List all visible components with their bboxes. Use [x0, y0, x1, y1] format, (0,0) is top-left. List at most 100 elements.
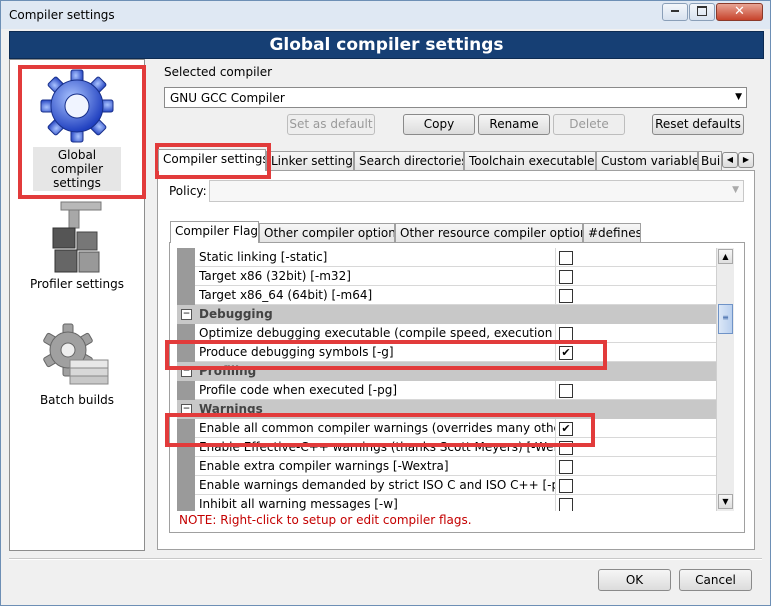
sidebar-item-profiler-settings[interactable]: Profiler settings	[10, 200, 144, 291]
flag-checkbox[interactable]	[559, 327, 573, 341]
delete-button[interactable]: Delete	[553, 114, 625, 135]
row-gutter	[177, 495, 195, 511]
flag-checkbox[interactable]	[559, 251, 573, 265]
flag-name: Inhibit all warning messages [-w]	[199, 497, 398, 511]
flag-checkbox[interactable]	[559, 384, 573, 398]
tab-linker-settings[interactable]: Linker settings	[266, 151, 354, 171]
flag-row[interactable]: Target x86 (32bit) [-m32]	[177, 267, 716, 286]
flag-name: Target x86 (32bit) [-m32]	[199, 269, 351, 283]
flag-row[interactable]: Optimize debugging executable (compile s…	[177, 324, 716, 343]
scroll-up-button[interactable]: ▲	[718, 249, 733, 264]
batch-builds-icon	[43, 323, 109, 385]
row-gutter	[177, 267, 195, 286]
flag-checkbox[interactable]	[559, 289, 573, 303]
flag-row[interactable]: Inhibit all warning messages [-w]	[177, 495, 716, 511]
flag-name: Static linking [-static]	[199, 250, 328, 264]
tab-compiler-settings[interactable]: Compiler settings	[158, 149, 266, 171]
flag-value-cell: ✔	[555, 343, 716, 362]
flag-row[interactable]: Produce debugging symbols [-g] ✔	[177, 343, 716, 362]
sidebar-item-batch-builds[interactable]: Batch builds	[10, 322, 144, 407]
sidebar-item-label: Global compiler settings	[33, 147, 121, 191]
row-gutter	[177, 438, 195, 457]
compiler-flags-grid: Static linking [-static] Target x86 (32b…	[177, 248, 716, 511]
title-bar: Compiler settings ✕	[1, 1, 770, 29]
flag-name: Enable extra compiler warnings [-Wextra]	[199, 459, 449, 473]
tab-other-compiler-options[interactable]: Other compiler options	[259, 223, 395, 243]
category-label: Warnings	[199, 402, 263, 416]
minimize-button[interactable]	[662, 3, 688, 21]
scrollbar-thumb[interactable]: ≡	[718, 304, 733, 334]
collapse-icon[interactable]: −	[181, 404, 192, 415]
tab-compiler-flags[interactable]: Compiler Flags	[170, 221, 259, 243]
flag-value-cell	[555, 495, 716, 511]
flag-row[interactable]: Enable Effective-C++ warnings (thanks Sc…	[177, 438, 716, 457]
chevron-down-icon: ▼	[732, 185, 739, 195]
flag-row[interactable]: Static linking [-static]	[177, 248, 716, 267]
page-title: Global compiler settings	[9, 31, 764, 59]
tab-defines[interactable]: #defines	[583, 223, 641, 243]
tab-other-resource-compiler-options[interactable]: Other resource compiler options	[395, 223, 583, 243]
copy-button[interactable]: Copy	[403, 114, 475, 135]
sidebar-item-global-compiler-settings[interactable]: Global compiler settings	[10, 68, 144, 191]
flag-value-cell: ✔	[555, 419, 716, 438]
flag-checkbox[interactable]	[559, 441, 573, 455]
reset-defaults-button[interactable]: Reset defaults	[652, 114, 744, 135]
flag-row[interactable]: Enable all common compiler warnings (ove…	[177, 419, 716, 438]
flag-row[interactable]: Target x86_64 (64bit) [-m64]	[177, 286, 716, 305]
sidebar: Global compiler settings Profiler settin…	[9, 59, 145, 551]
tab-search-directories[interactable]: Search directories	[354, 151, 464, 171]
rename-button[interactable]: Rename	[478, 114, 550, 135]
compiler-settings-window: Compiler settings ✕ Global compiler sett…	[0, 0, 771, 606]
cancel-button[interactable]: Cancel	[679, 569, 752, 591]
row-gutter	[177, 457, 195, 476]
row-gutter	[177, 248, 195, 267]
flag-checkbox[interactable]	[559, 479, 573, 493]
policy-select[interactable]: ▼	[209, 180, 744, 202]
flag-value-cell	[555, 381, 716, 400]
category-row-warnings[interactable]: − Warnings	[177, 400, 716, 419]
profiler-icon	[52, 201, 102, 273]
flag-name: Enable all common compiler warnings (ove…	[199, 421, 555, 435]
flag-name: Profile code when executed [-pg]	[199, 383, 398, 397]
category-row-profiling[interactable]: − Profiling	[177, 362, 716, 381]
tab-scroll-right-button[interactable]: ▶	[738, 152, 754, 168]
ok-button[interactable]: OK	[598, 569, 671, 591]
scroll-down-button[interactable]: ▼	[718, 494, 733, 509]
category-row-debugging[interactable]: − Debugging	[177, 305, 716, 324]
gear-icon	[40, 69, 114, 143]
set-as-default-button[interactable]: Set as default	[287, 114, 375, 135]
flags-note: NOTE: Right-click to setup or edit compi…	[179, 513, 472, 527]
flag-checkbox[interactable]: ✔	[559, 346, 573, 360]
flag-checkbox[interactable]: ✔	[559, 422, 573, 436]
flag-row[interactable]: Enable extra compiler warnings [-Wextra]	[177, 457, 716, 476]
row-gutter	[177, 476, 195, 495]
sidebar-item-label: Batch builds	[39, 393, 115, 407]
category-label: Profiling	[199, 364, 257, 378]
row-gutter	[177, 286, 195, 305]
flag-row[interactable]: Enable warnings demanded by strict ISO C…	[177, 476, 716, 495]
compiler-select[interactable]: GNU GCC Compiler ▼	[164, 87, 747, 108]
policy-label: Policy:	[169, 184, 207, 198]
collapse-icon[interactable]: −	[181, 366, 192, 377]
window-title: Compiler settings	[9, 8, 115, 22]
chevron-down-icon: ▼	[735, 92, 742, 102]
chevron-down-icon: ▼	[722, 497, 729, 506]
flag-checkbox[interactable]	[559, 270, 573, 284]
tab-build-options[interactable]: Bui	[698, 151, 722, 171]
tab-toolchain-executables[interactable]: Toolchain executables	[464, 151, 596, 171]
maximize-button[interactable]	[689, 3, 715, 21]
tab-scroll-left-button[interactable]: ◀	[722, 152, 738, 168]
flag-value-cell	[555, 324, 716, 343]
collapse-icon[interactable]: −	[181, 309, 192, 320]
flag-row[interactable]: Profile code when executed [-pg]	[177, 381, 716, 400]
flag-checkbox[interactable]	[559, 498, 573, 511]
flags-scrollbar[interactable]: ▲ ≡ ▼	[716, 248, 734, 511]
flag-checkbox[interactable]	[559, 460, 573, 474]
flag-value-cell	[555, 438, 716, 457]
row-gutter	[177, 381, 195, 400]
flag-name: Produce debugging symbols [-g]	[199, 345, 394, 359]
footer-divider	[9, 558, 762, 560]
close-button[interactable]: ✕	[716, 3, 763, 21]
tab-custom-variables[interactable]: Custom variables	[596, 151, 698, 171]
row-gutter	[177, 324, 195, 343]
